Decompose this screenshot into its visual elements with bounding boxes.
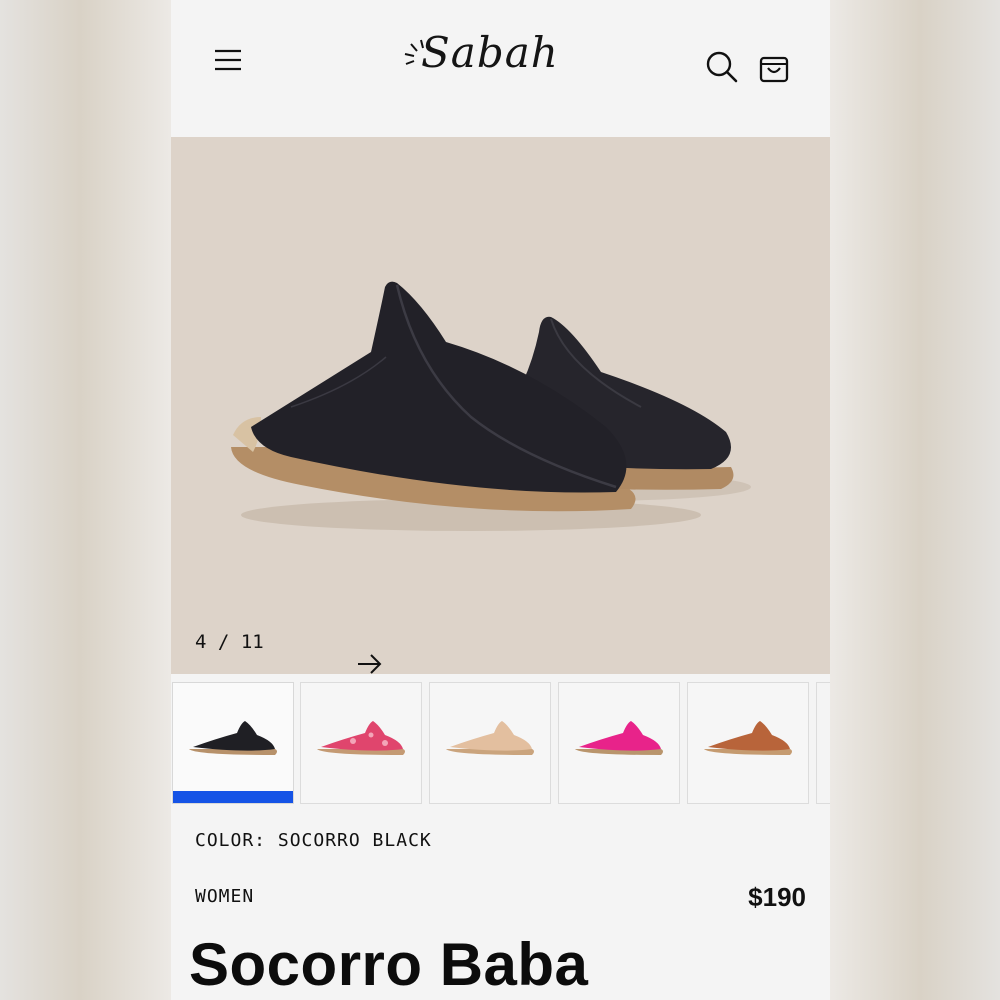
product-image-black-mules <box>231 281 751 531</box>
thumbnail-black[interactable] <box>172 682 294 804</box>
selected-color-label: COLOR: SOCORRO BLACK <box>195 830 432 851</box>
product-page: Sabah 4 / 11 COLOR: SOCORRO BLACK WOMEN … <box>171 0 830 1000</box>
thumbnail-shoe-image <box>704 721 792 755</box>
thumbnail-shoe-image <box>446 721 534 755</box>
thumbnail-fuchsia[interactable] <box>558 682 680 804</box>
product-category: WOMEN <box>195 886 255 907</box>
brand-name: Sabah <box>421 28 559 77</box>
thumbnail-pink-pattern[interactable] <box>300 682 422 804</box>
arrow-right-icon[interactable] <box>266 631 382 674</box>
gallery-pager: 4 / 11 <box>195 631 382 674</box>
shopping-bag-icon[interactable] <box>759 50 789 84</box>
thumbnail-next-partial[interactable] <box>816 682 830 804</box>
pager-separator: / <box>217 631 230 653</box>
menu-icon[interactable] <box>213 46 243 74</box>
product-price: $190 <box>748 882 806 912</box>
thumbnail-nude[interactable] <box>429 682 551 804</box>
header-bar: Sabah <box>171 0 830 137</box>
product-image-gallery[interactable]: 4 / 11 <box>171 137 830 674</box>
pager-total: 11 <box>240 631 264 653</box>
thumbnail-shoe-image <box>575 721 663 755</box>
pager-current: 4 <box>195 631 207 653</box>
product-title: Socorro Baba <box>189 931 589 998</box>
color-thumbnail-strip <box>171 682 830 805</box>
thumbnail-shoe-image <box>189 721 277 755</box>
search-icon[interactable] <box>705 50 739 84</box>
thumbnail-brown[interactable] <box>687 682 809 804</box>
brand-logo[interactable]: Sabah <box>403 28 563 94</box>
selected-indicator <box>173 791 293 803</box>
thumbnail-shoe-image <box>317 721 405 755</box>
